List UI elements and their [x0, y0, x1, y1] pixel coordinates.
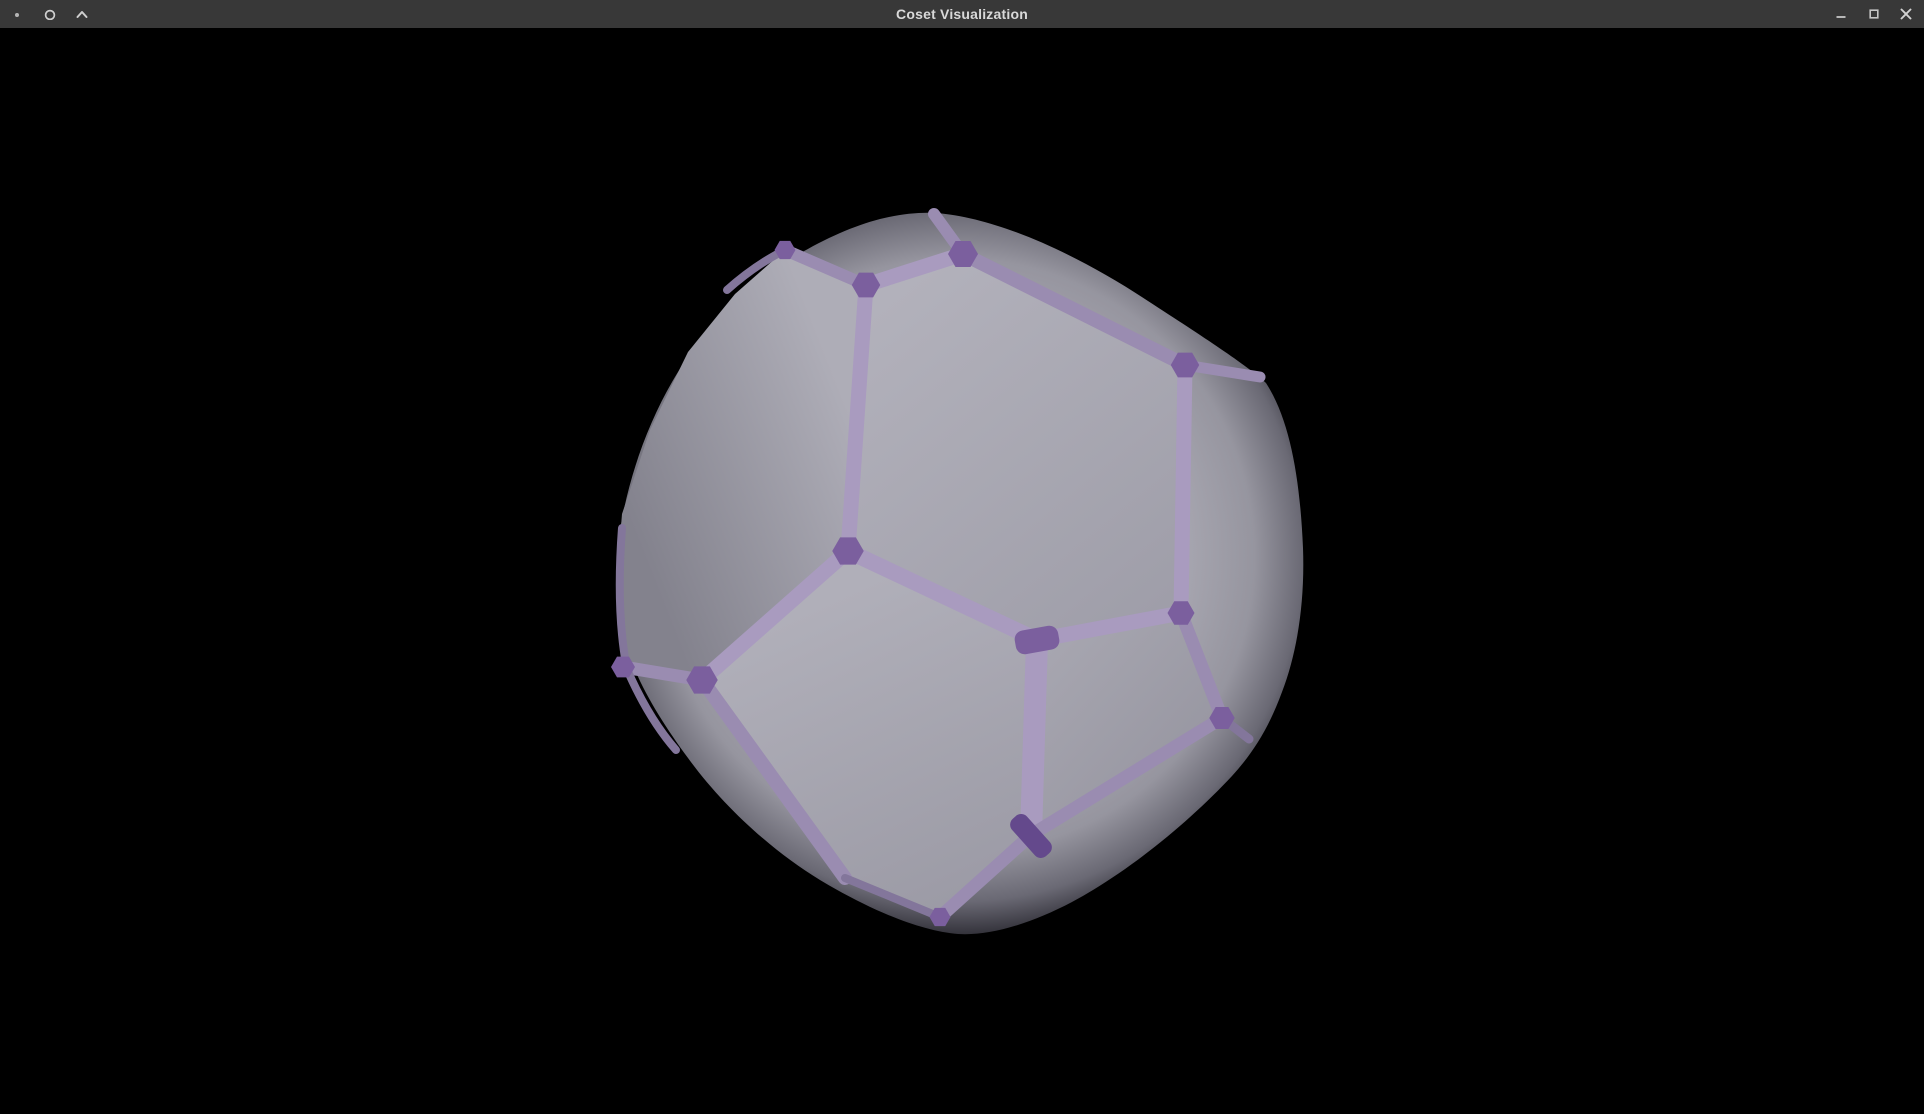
minimize-button[interactable]	[1835, 8, 1847, 20]
maximize-button[interactable]	[1868, 8, 1880, 20]
titlebar: Coset Visualization	[0, 0, 1924, 28]
coset-polyhedron-render	[0, 28, 1924, 1114]
window-title: Coset Visualization	[0, 0, 1924, 28]
3d-viewport[interactable]	[0, 28, 1924, 1114]
close-button[interactable]	[1900, 8, 1912, 20]
